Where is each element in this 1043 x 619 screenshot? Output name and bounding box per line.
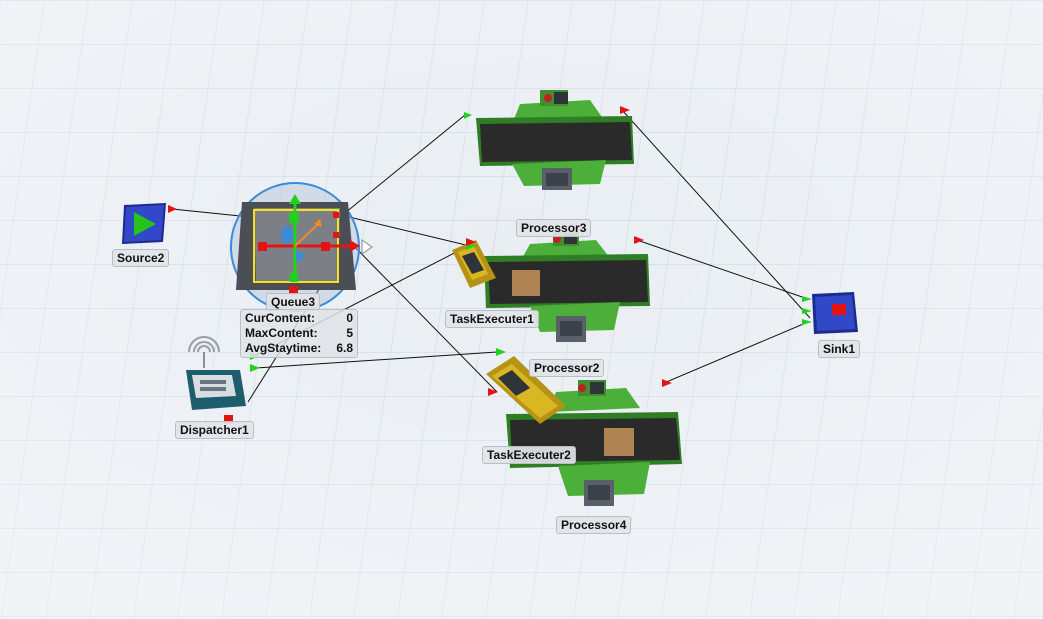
stat-value: 5 bbox=[346, 326, 353, 340]
taskexecuter2-label: TaskExecuter2 bbox=[482, 446, 576, 464]
sink1-label: Sink1 bbox=[818, 340, 861, 358]
dispatcher1-label: Dispatcher1 bbox=[175, 421, 254, 439]
stat-name: CurContent: bbox=[245, 311, 315, 325]
stat-row: AvgStaytime: 6.8 bbox=[245, 341, 353, 356]
stat-row: MaxContent: 5 bbox=[245, 326, 353, 341]
stat-value: 6.8 bbox=[336, 341, 353, 355]
taskexecuter1-label: TaskExecuter1 bbox=[445, 310, 539, 328]
queue3-stats-panel: CurContent: 0 MaxContent: 5 AvgStaytime:… bbox=[240, 309, 358, 358]
processor3-label: Processor3 bbox=[516, 219, 592, 237]
stat-row: CurContent: 0 bbox=[245, 311, 353, 326]
stat-name: MaxContent: bbox=[245, 326, 318, 340]
stat-name: AvgStaytime: bbox=[245, 341, 322, 355]
source2-label: Source2 bbox=[112, 249, 170, 267]
processor4-label: Processor4 bbox=[556, 516, 632, 534]
stat-value: 0 bbox=[346, 311, 353, 325]
processor2-label: Processor2 bbox=[529, 359, 605, 377]
